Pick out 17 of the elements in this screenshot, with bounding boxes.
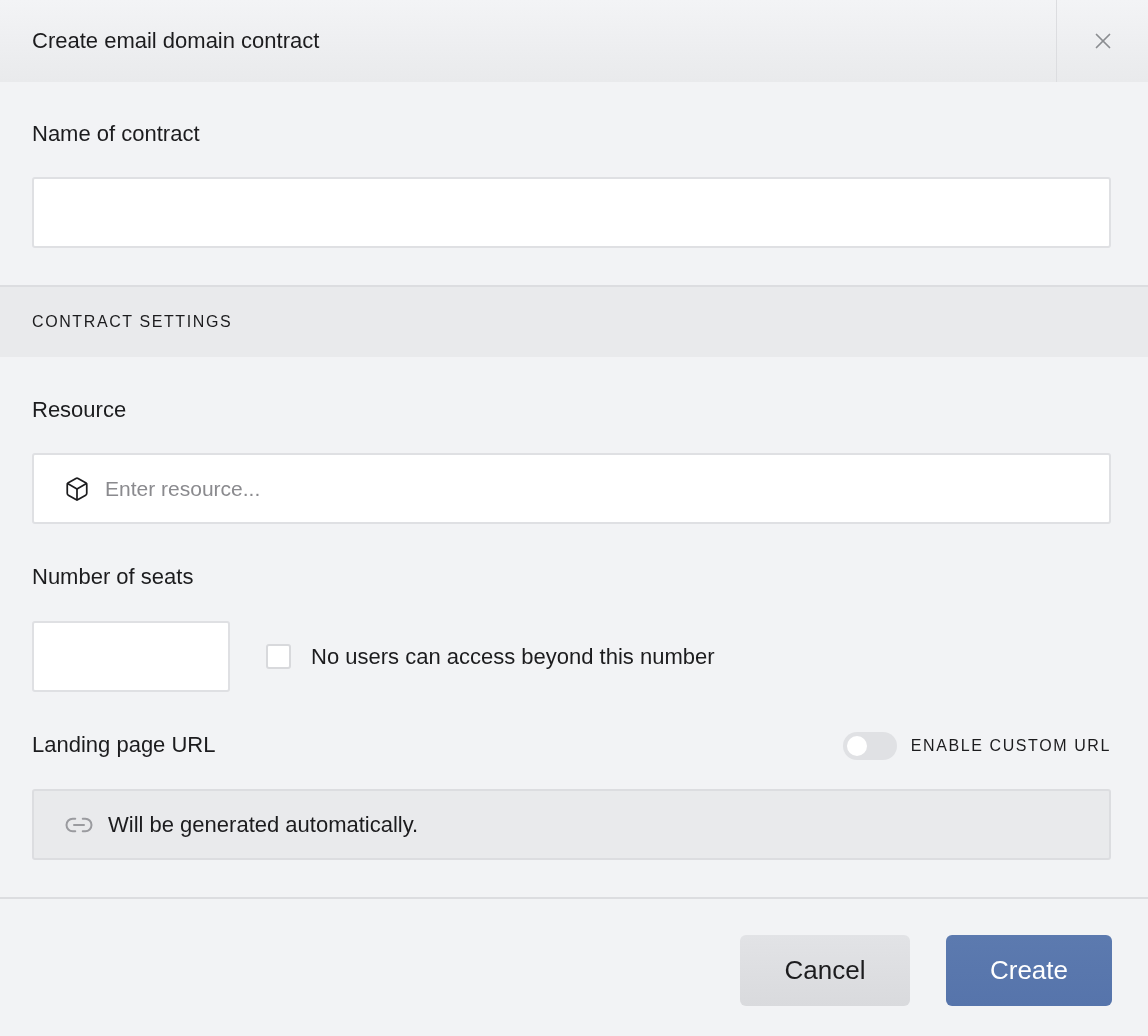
cancel-button[interactable]: Cancel (740, 935, 910, 1006)
field-label: Landing page URL (32, 732, 216, 758)
field-label: Name of contract (32, 121, 200, 147)
section-heading: CONTRACT SETTINGS (32, 313, 233, 331)
toggle-label: ENABLE CUSTOM URL (910, 737, 1111, 755)
url-field: Will be generated automatically. (32, 789, 1111, 860)
checkbox[interactable] (266, 644, 291, 669)
field-label: Resource (32, 397, 127, 423)
create-button[interactable]: Create (946, 935, 1112, 1006)
input-field[interactable] (32, 621, 230, 692)
checkbox-label: No users can access beyond this number (311, 643, 715, 670)
input-field[interactable] (32, 177, 1111, 248)
toggle-switch[interactable] (842, 732, 897, 760)
field-label: Number of seats (32, 564, 194, 590)
dialog-title: Create email domain contract (31, 27, 321, 55)
input-field[interactable]: Enter resource... (32, 453, 1111, 524)
cube-icon (64, 475, 90, 502)
